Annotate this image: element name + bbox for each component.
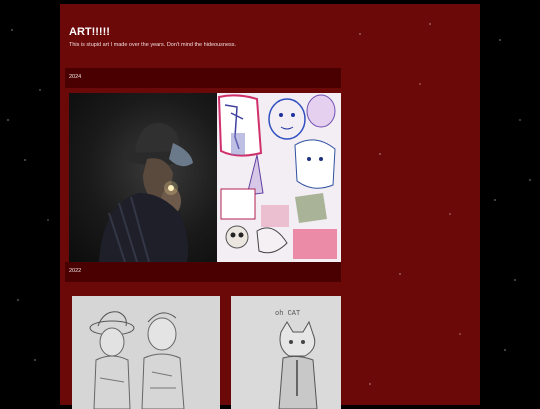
content-panel: ART!!!!! This is stupid art I made over … bbox=[60, 4, 480, 409]
section-label: 2022 bbox=[69, 268, 82, 274]
sketch-caption: oh CAT bbox=[275, 310, 301, 318]
page-subtitle: This is stupid art I made over the years… bbox=[69, 42, 237, 48]
page-header: ART!!!!! This is stupid art I made over … bbox=[69, 26, 249, 49]
section-header-2022: 2022 bbox=[65, 262, 341, 282]
pencil-sketch-icon bbox=[72, 296, 220, 409]
artwork-sketch-two-characters[interactable] bbox=[72, 296, 220, 409]
artwork-sketch-cat[interactable]: oh CAT bbox=[231, 296, 341, 409]
artwork-photo-smoking-figure[interactable] bbox=[69, 93, 217, 262]
page-title: ART!!!!! bbox=[69, 26, 110, 38]
section-header-2024: 2024 bbox=[65, 68, 341, 88]
doodle-collage-icon bbox=[217, 93, 341, 262]
artwork-doodle-collage[interactable] bbox=[217, 93, 341, 262]
section-label: 2024 bbox=[69, 74, 82, 80]
smoking-figure-icon bbox=[99, 122, 193, 262]
